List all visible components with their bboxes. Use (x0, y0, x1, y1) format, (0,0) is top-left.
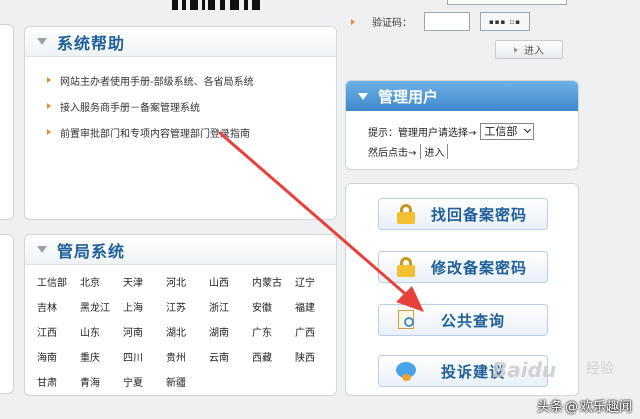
province-link[interactable]: 天津 (123, 271, 166, 296)
province-link[interactable]: 江苏 (166, 296, 209, 321)
admin-then-click-text: 然后点击→ (368, 147, 417, 159)
province-link[interactable]: 河南 (123, 321, 166, 346)
help-link-login-guide[interactable]: 前置审批部门和专项内容管理部门登录指南 (47, 119, 336, 145)
bureau-systems-header: 管局系统 (25, 235, 336, 265)
help-link-list: 网站主办者使用手册-部级系统、各省局系统 接入服务商手册－备案管理系统 前置审批… (25, 57, 336, 145)
arrow-bullet-icon (47, 103, 51, 109)
collapse-triangle-icon (358, 92, 368, 100)
login-enter-button[interactable]: 进入 (495, 40, 563, 59)
play-arrow-icon (514, 46, 518, 53)
arrow-bullet-icon (351, 18, 355, 25)
chevron-down-icon (524, 125, 532, 134)
recover-password-label: 找回备案密码 (431, 205, 528, 224)
captcha-input[interactable] (424, 12, 470, 31)
province-link[interactable]: 海南 (37, 346, 80, 371)
province-link[interactable]: 河北 (166, 271, 209, 296)
modify-password-label: 修改备案密码 (431, 258, 528, 277)
bureau-systems-title: 管局系统 (57, 241, 126, 261)
admin-user-panel: 管理用户 提示：管理用户请选择→ 工信部 然后点击→ 进入 (345, 80, 579, 170)
help-link-label: 前置审批部门和专项内容管理部门登录指南 (60, 128, 250, 140)
province-link[interactable]: 工信部 (37, 271, 80, 296)
watermark-brand: Baidu (492, 358, 557, 382)
province-link[interactable]: 辽宁 (295, 271, 336, 296)
province-link[interactable]: 贵州 (166, 346, 209, 371)
province-link[interactable]: 黑龙江 (80, 296, 123, 321)
province-link[interactable]: 浙江 (209, 296, 252, 321)
province-link[interactable]: 湖南 (209, 321, 252, 346)
province-link[interactable]: 上海 (123, 296, 166, 321)
province-link[interactable]: 广西 (295, 321, 336, 346)
help-link-label: 接入服务商手册－备案管理系统 (60, 102, 200, 114)
help-link-provider-manual[interactable]: 接入服务商手册－备案管理系统 (47, 93, 336, 119)
province-link[interactable]: 云南 (209, 346, 252, 371)
province-link[interactable]: 新疆 (166, 371, 209, 395)
province-link[interactable]: 陕西 (295, 346, 336, 371)
captcha-row: 验证码： ▪▪▪ ▫▪ (351, 12, 530, 31)
admin-user-body: 提示：管理用户请选择→ 工信部 然后点击→ 进入 (346, 111, 578, 161)
bureau-systems-panel: 管局系统 工信部 北京 天津 河北 山西 内蒙古 辽宁吉林 黑龙江 上海 江苏 浙江 安徽 福建江西 山东… (24, 234, 337, 396)
arrow-bullet-icon (47, 77, 51, 83)
province-link[interactable]: 内蒙古 (252, 271, 295, 296)
province-link-grid: 工信部 北京 天津 河北 山西 内蒙古 辽宁吉林 黑龙江 上海 江苏 浙江 安徽 福建江西 山东 河南 湖北湖… (25, 265, 336, 395)
system-help-header: 系统帮助 (25, 27, 336, 57)
province-link[interactable]: 福建 (295, 296, 336, 321)
source-credit: 头条 @ 欢乐趣闻 (537, 396, 632, 415)
province-link[interactable]: 山东 (80, 321, 123, 346)
public-query-button[interactable]: 公共查询 (378, 304, 548, 336)
collapse-triangle-icon (37, 246, 47, 253)
system-help-panel: 系统帮助 网站主办者使用手册-部级系统、各省局系统 接入服务商手册－备案管理系统… (24, 26, 337, 220)
province-link[interactable]: 安徽 (252, 296, 295, 321)
lock-icon (395, 203, 417, 225)
province-link[interactable]: 山西 (209, 271, 252, 296)
lock-icon (395, 256, 417, 278)
arrow-bullet-icon (47, 129, 51, 135)
modify-password-button[interactable]: 修改备案密码 (378, 251, 548, 283)
help-link-label: 网站主办者使用手册-部级系统、各省局系统 (60, 76, 254, 88)
left-panel-edge-bottom (0, 234, 14, 394)
qr-code-fragment (170, 0, 266, 12)
admin-prompt-text: 提示：管理用户请选择→ (368, 127, 477, 139)
captcha-image[interactable]: ▪▪▪ ▫▪ (480, 12, 530, 31)
admin-enter-row: 然后点击→ 进入 (368, 141, 578, 161)
feedback-icon (395, 360, 417, 382)
province-link[interactable]: 江西 (37, 321, 80, 346)
credit-prefix: 头条 (536, 400, 563, 415)
left-panel-edge-top (0, 24, 14, 220)
province-link[interactable]: 宁夏 (123, 371, 166, 395)
login-box: 验证码： ▪▪▪ ▫▪ 进入 (345, 0, 579, 72)
admin-user-header: 管理用户 (346, 81, 578, 111)
department-select[interactable]: 工信部 (480, 122, 535, 140)
province-link[interactable]: 青海 (80, 371, 123, 395)
public-query-label: 公共查询 (441, 311, 506, 330)
help-link-owner-manual[interactable]: 网站主办者使用手册-部级系统、各省局系统 (47, 67, 336, 93)
credit-at: @ (564, 400, 578, 415)
watermark: Baidu 经验 头条 @ 欢乐趣闻 (462, 352, 640, 419)
province-link[interactable]: 重庆 (80, 346, 123, 371)
province-link[interactable]: 湖北 (166, 321, 209, 346)
system-help-title: 系统帮助 (57, 33, 126, 53)
search-document-icon (395, 309, 417, 331)
credit-name: 欢乐趣闻 (579, 400, 632, 415)
province-link[interactable]: 广东 (252, 321, 295, 346)
province-link[interactable]: 北京 (80, 271, 123, 296)
admin-enter-link[interactable]: 进入 (420, 143, 449, 159)
province-link[interactable]: 吉林 (37, 296, 80, 321)
province-link[interactable]: 西藏 (252, 346, 295, 371)
watermark-brand-cn: 经验 (586, 361, 614, 377)
province-link[interactable]: 四川 (123, 346, 166, 371)
collapse-triangle-icon (37, 38, 47, 45)
login-enter-label: 进入 (524, 46, 544, 57)
password-input[interactable] (447, 0, 567, 5)
captcha-label: 验证码： (372, 18, 412, 29)
province-link[interactable]: 甘肃 (37, 371, 80, 395)
recover-password-button[interactable]: 找回备案密码 (378, 198, 548, 230)
admin-user-title: 管理用户 (378, 87, 439, 106)
department-selected-value: 工信部 (484, 125, 518, 138)
admin-select-row: 提示：管理用户请选择→ 工信部 (368, 121, 578, 141)
